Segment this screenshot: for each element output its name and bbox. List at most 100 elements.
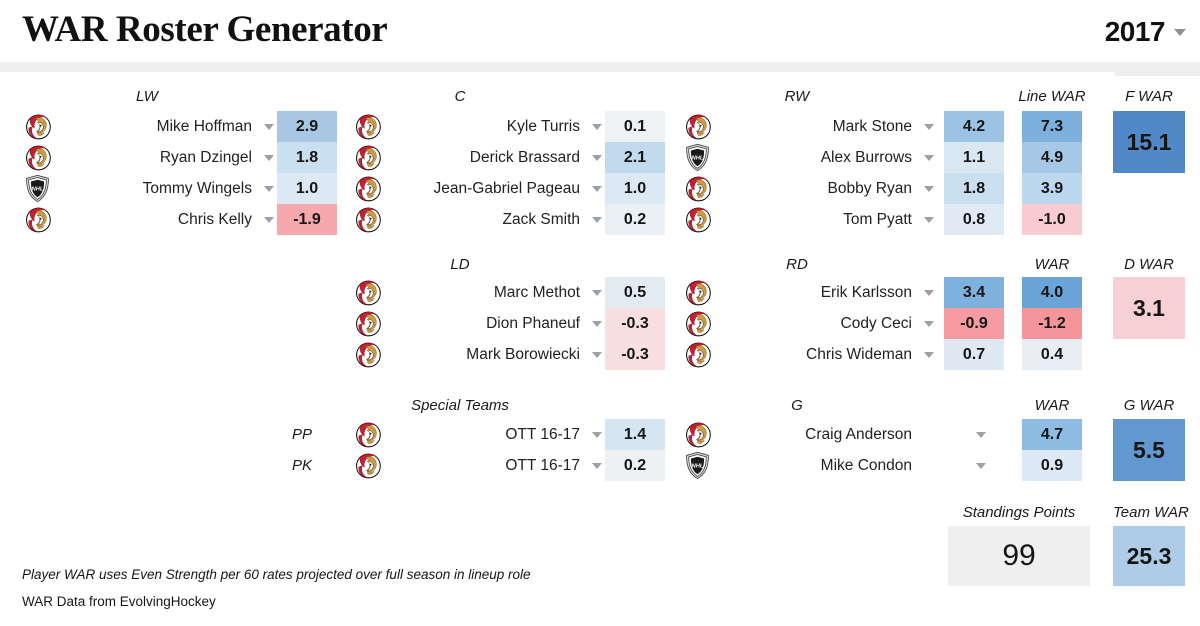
- column-header-standings-points: Standings Points: [962, 504, 1076, 521]
- player-name: Ryan Dzingel: [159, 149, 252, 166]
- column-header-ld: LD: [450, 256, 470, 273]
- chevron-down-icon[interactable]: [264, 123, 274, 130]
- player-select-c-1[interactable]: [590, 142, 604, 173]
- player-war-value: 0.8: [944, 204, 1004, 235]
- player-select-c-0[interactable]: [590, 111, 604, 142]
- player-select-rw-3[interactable]: [922, 204, 936, 235]
- player-select-rd-1[interactable]: [922, 308, 936, 339]
- player-war-value: 3.4: [944, 277, 1004, 308]
- player-select-lw-2[interactable]: [262, 173, 276, 204]
- player-war-value: 0.5: [605, 277, 665, 308]
- player-war-value: 1.0: [605, 173, 665, 204]
- chevron-down-icon[interactable]: [592, 216, 602, 223]
- standings-points-value: 99: [948, 526, 1090, 586]
- column-header-rd: RD: [786, 256, 808, 273]
- player-war-value: 1.8: [277, 142, 337, 173]
- column-header-rw: RW: [784, 88, 810, 105]
- goalie-select-1[interactable]: [974, 450, 988, 481]
- chevron-down-icon[interactable]: [924, 123, 934, 130]
- special-teams-label: PP: [292, 426, 313, 443]
- player-name: Mark Stone: [832, 118, 912, 135]
- player-war-value: 4.2: [944, 111, 1004, 142]
- player-war-value: 0.7: [944, 339, 1004, 370]
- chevron-down-icon[interactable]: [592, 154, 602, 161]
- special-teams-select-1[interactable]: [590, 450, 604, 481]
- player-name: Zack Smith: [502, 211, 580, 228]
- player-select-c-3[interactable]: [590, 204, 604, 235]
- header-divider-left: [0, 62, 1115, 72]
- chevron-down-icon[interactable]: [924, 216, 934, 223]
- player-name: Derick Brassard: [469, 149, 580, 166]
- player-select-ld-2[interactable]: [590, 339, 604, 370]
- chevron-down-icon[interactable]: [592, 320, 602, 327]
- special-teams-war-value: 1.4: [605, 419, 665, 450]
- column-header-d-war: WAR: [1034, 256, 1070, 273]
- column-header-lw: LW: [136, 88, 158, 105]
- goalie-war-total: 5.5: [1113, 419, 1185, 481]
- chevron-down-icon[interactable]: [924, 289, 934, 296]
- player-name: Tom Pyatt: [843, 211, 912, 228]
- defense-pair-war-value: -1.2: [1022, 308, 1082, 339]
- player-name: Alex Burrows: [820, 149, 912, 166]
- player-select-ld-0[interactable]: [590, 277, 604, 308]
- player-select-c-2[interactable]: [590, 173, 604, 204]
- player-name: Mike Hoffman: [156, 118, 252, 135]
- chevron-down-icon[interactable]: [976, 462, 986, 469]
- defense-war-total: 3.1: [1113, 277, 1185, 339]
- chevron-down-icon[interactable]: [1174, 28, 1186, 36]
- footnote-method: Player WAR uses Even Strength per 60 rat…: [22, 567, 531, 582]
- player-select-rw-2[interactable]: [922, 173, 936, 204]
- chevron-down-icon[interactable]: [592, 289, 602, 296]
- player-select-rd-0[interactable]: [922, 277, 936, 308]
- player-war-value: 1.1: [944, 142, 1004, 173]
- chevron-down-icon[interactable]: [592, 123, 602, 130]
- chevron-down-icon[interactable]: [592, 351, 602, 358]
- player-war-value: 1.0: [277, 173, 337, 204]
- player-name: Kyle Turris: [506, 118, 580, 135]
- column-header-special-teams: Special Teams: [411, 397, 509, 414]
- goalie-select-0[interactable]: [974, 419, 988, 450]
- column-header-d-war-total: D WAR: [1124, 256, 1174, 273]
- player-name: Chris Kelly: [177, 211, 252, 228]
- chevron-down-icon[interactable]: [264, 216, 274, 223]
- chevron-down-icon[interactable]: [924, 320, 934, 327]
- page-title: WAR Roster Generator: [22, 9, 388, 50]
- chevron-down-icon[interactable]: [976, 431, 986, 438]
- player-select-rd-2[interactable]: [922, 339, 936, 370]
- chevron-down-icon[interactable]: [264, 185, 274, 192]
- player-name: Tommy Wingels: [142, 180, 252, 197]
- chevron-down-icon[interactable]: [924, 351, 934, 358]
- line-war-value: 3.9: [1022, 173, 1082, 204]
- goalie-war-value: 4.7: [1022, 419, 1082, 450]
- player-war-value: -1.9: [277, 204, 337, 235]
- player-name: Erik Karlsson: [820, 284, 912, 301]
- season-value: 2017: [1104, 16, 1166, 47]
- column-header-f-war: F WAR: [1125, 88, 1173, 105]
- line-war-value: -1.0: [1022, 204, 1082, 235]
- player-war-value: -0.9: [944, 308, 1004, 339]
- player-name: Chris Wideman: [806, 346, 912, 363]
- header-divider-right: [1115, 62, 1200, 76]
- column-header-team-war: Team WAR: [1113, 504, 1189, 521]
- chevron-down-icon[interactable]: [924, 154, 934, 161]
- player-select-lw-3[interactable]: [262, 204, 276, 235]
- player-select-lw-0[interactable]: [262, 111, 276, 142]
- player-select-lw-1[interactable]: [262, 142, 276, 173]
- player-select-rw-1[interactable]: [922, 142, 936, 173]
- team-war-value: 25.3: [1113, 526, 1185, 586]
- chevron-down-icon[interactable]: [592, 462, 602, 469]
- chevron-down-icon[interactable]: [592, 431, 602, 438]
- special-teams-select-0[interactable]: [590, 419, 604, 450]
- forward-war-total: 15.1: [1113, 111, 1185, 173]
- player-select-ld-1[interactable]: [590, 308, 604, 339]
- player-name: Mark Borowiecki: [466, 346, 580, 363]
- chevron-down-icon[interactable]: [592, 185, 602, 192]
- footnote-source: WAR Data from EvolvingHockey: [22, 594, 216, 609]
- special-teams-label: PK: [292, 457, 313, 474]
- chevron-down-icon[interactable]: [264, 154, 274, 161]
- season-selector[interactable]: 2017: [1105, 16, 1186, 48]
- chevron-down-icon[interactable]: [924, 185, 934, 192]
- goalie-name: Mike Condon: [820, 457, 912, 474]
- player-select-rw-0[interactable]: [922, 111, 936, 142]
- special-teams-unit: OTT 16-17: [505, 457, 580, 474]
